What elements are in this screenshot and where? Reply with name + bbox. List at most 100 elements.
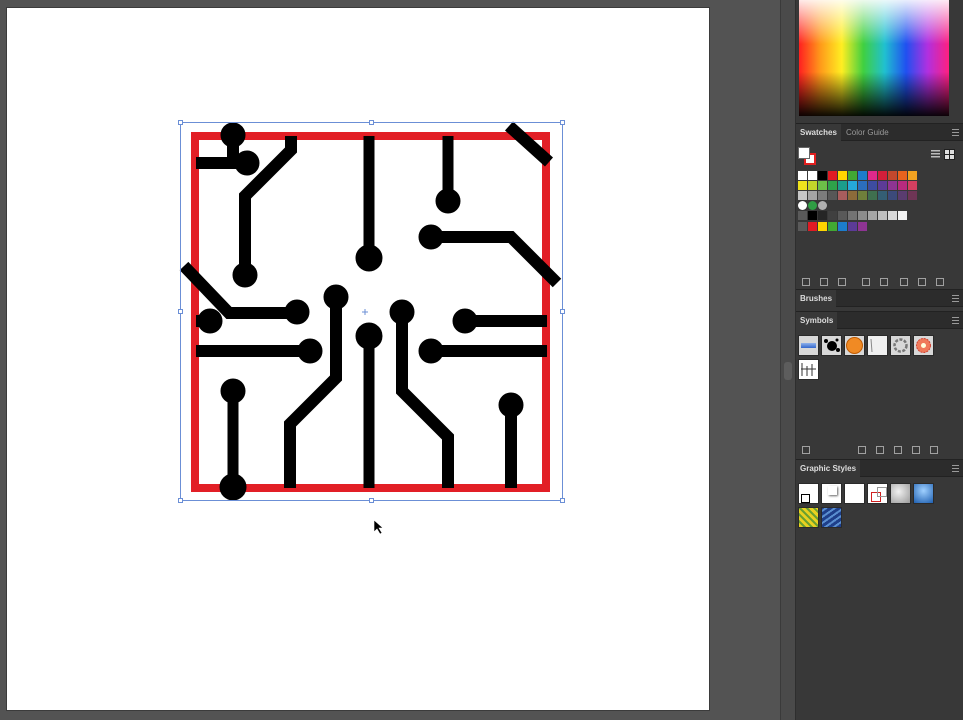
color-swatch[interactable]: [818, 222, 827, 231]
color-swatch[interactable]: [818, 181, 827, 190]
color-swatch[interactable]: [878, 181, 887, 190]
swatch-libraries-icon[interactable]: [802, 278, 810, 286]
swoosh-icon[interactable]: [867, 335, 888, 356]
color-swatch[interactable]: [808, 191, 817, 200]
color-spectrum[interactable]: [799, 0, 949, 116]
color-swatch[interactable]: [868, 181, 877, 190]
swatch-options-icon[interactable]: [862, 278, 870, 286]
fill-stroke-indicator[interactable]: [798, 147, 818, 167]
color-swatch[interactable]: [838, 191, 847, 200]
bevel-style-icon[interactable]: [890, 483, 911, 504]
trash-icon[interactable]: [936, 278, 944, 286]
color-swatch[interactable]: [908, 171, 917, 180]
color-swatch[interactable]: [828, 171, 837, 180]
color-swatch[interactable]: [888, 181, 897, 190]
shadow-style-icon[interactable]: [821, 483, 842, 504]
color-swatch[interactable]: [798, 191, 807, 200]
color-swatch[interactable]: [828, 211, 837, 220]
symbol-libraries-icon[interactable]: [802, 446, 810, 454]
color-swatch[interactable]: [838, 211, 847, 220]
color-swatch[interactable]: [898, 191, 907, 200]
yellow-pattern-style-icon[interactable]: [798, 507, 819, 528]
color-swatch[interactable]: [848, 211, 857, 220]
panel-menu-icon[interactable]: [952, 129, 959, 136]
color-swatch[interactable]: [858, 181, 867, 190]
tab-brushes[interactable]: Brushes: [796, 290, 837, 307]
color-swatch[interactable]: [858, 211, 867, 220]
pattern-swatch[interactable]: [798, 201, 807, 210]
default-style-icon[interactable]: [798, 483, 819, 504]
trash-icon[interactable]: [930, 446, 938, 454]
color-swatch[interactable]: [858, 191, 867, 200]
tab-color-guide[interactable]: Color Guide: [842, 124, 893, 141]
color-swatch[interactable]: [908, 181, 917, 190]
color-swatch[interactable]: [818, 191, 827, 200]
panel-menu-icon[interactable]: [952, 465, 959, 472]
color-swatch[interactable]: [898, 211, 907, 220]
circuit-traces[interactable]: [179, 121, 562, 501]
pattern-swatch[interactable]: [818, 201, 827, 210]
list-view-icon[interactable]: [930, 149, 941, 160]
color-group-folder-icon[interactable]: [798, 222, 807, 231]
red-line-style-icon[interactable]: [867, 483, 888, 504]
color-swatch[interactable]: [838, 181, 847, 190]
panel-menu-icon[interactable]: [952, 295, 959, 302]
ring-icon[interactable]: [890, 335, 911, 356]
panel-menu-icon[interactable]: [952, 317, 959, 324]
blue-gloss-style-icon[interactable]: [913, 483, 934, 504]
color-swatch[interactable]: [828, 191, 837, 200]
color-swatch[interactable]: [908, 191, 917, 200]
color-swatch[interactable]: [818, 171, 827, 180]
blue-texture-style-icon[interactable]: [821, 507, 842, 528]
fill-swatch[interactable]: [798, 147, 810, 159]
orange-circle-icon[interactable]: [844, 335, 865, 356]
white-style-icon[interactable]: [844, 483, 865, 504]
color-swatch[interactable]: [798, 171, 807, 180]
tab-swatches[interactable]: Swatches: [796, 124, 841, 141]
dock-grip[interactable]: [784, 362, 792, 380]
pattern-swatch[interactable]: [808, 201, 817, 210]
color-swatch[interactable]: [838, 222, 847, 231]
color-swatch[interactable]: [848, 191, 857, 200]
artboard[interactable]: [7, 8, 709, 710]
folder-icon[interactable]: [900, 278, 908, 286]
cloud-icon[interactable]: [838, 278, 846, 286]
panel-dock-divider[interactable]: [780, 0, 796, 720]
color-swatch[interactable]: [868, 191, 877, 200]
color-swatch[interactable]: [808, 222, 817, 231]
color-swatch[interactable]: [838, 171, 847, 180]
canvas-pasteboard[interactable]: [0, 0, 780, 720]
place-symbol-icon[interactable]: [858, 446, 866, 454]
flower-icon[interactable]: [913, 335, 934, 356]
color-swatch[interactable]: [848, 171, 857, 180]
color-swatch[interactable]: [888, 211, 897, 220]
color-swatch[interactable]: [898, 181, 907, 190]
symbol-options-icon[interactable]: [894, 446, 902, 454]
new-symbol-icon[interactable]: [912, 446, 920, 454]
color-swatch[interactable]: [808, 211, 817, 220]
color-swatch[interactable]: [878, 211, 887, 220]
color-swatch[interactable]: [898, 171, 907, 180]
new-swatch-icon[interactable]: [918, 278, 926, 286]
tab-symbols[interactable]: Symbols: [796, 312, 838, 329]
color-swatch[interactable]: [888, 191, 897, 200]
blue-ribbon-icon[interactable]: [798, 335, 819, 356]
break-link-icon[interactable]: [876, 446, 884, 454]
color-swatch[interactable]: [808, 171, 817, 180]
new-color-group-icon[interactable]: [880, 278, 888, 286]
color-swatch[interactable]: [888, 171, 897, 180]
color-swatch[interactable]: [868, 211, 877, 220]
color-swatch[interactable]: [828, 222, 837, 231]
color-swatch[interactable]: [828, 181, 837, 190]
color-swatch[interactable]: [858, 171, 867, 180]
show-kinds-icon[interactable]: [820, 278, 828, 286]
grid-view-icon[interactable]: [944, 149, 955, 160]
color-swatch[interactable]: [878, 191, 887, 200]
color-swatch[interactable]: [798, 181, 807, 190]
color-swatch[interactable]: [858, 222, 867, 231]
color-swatch[interactable]: [878, 171, 887, 180]
color-swatch[interactable]: [848, 181, 857, 190]
color-swatch[interactable]: [868, 171, 877, 180]
chart-icon[interactable]: [798, 359, 819, 380]
color-swatch[interactable]: [818, 211, 827, 220]
